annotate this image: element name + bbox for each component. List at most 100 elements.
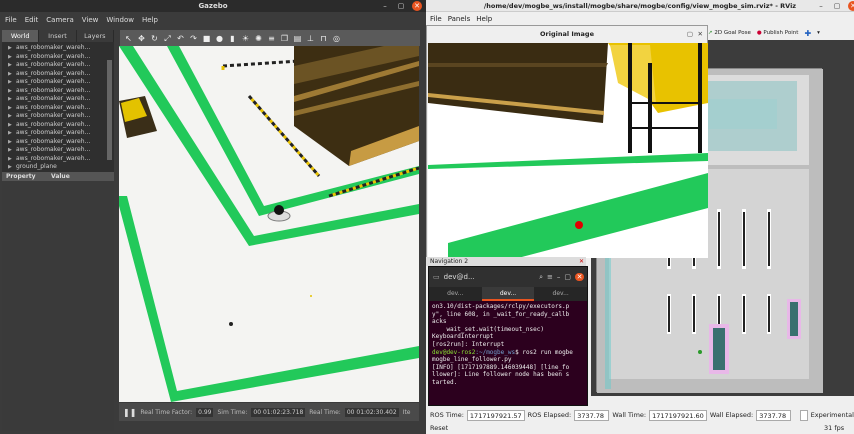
rviz-menu-file[interactable]: File [430, 13, 442, 25]
tree-item-label: aws_robomaker_wareh... [16, 129, 91, 136]
reset-button[interactable]: Reset [430, 424, 448, 432]
terminal-close-icon[interactable]: ✕ [575, 273, 584, 281]
menu-camera[interactable]: Camera [46, 13, 73, 27]
copy-icon[interactable]: ❐ [280, 34, 289, 43]
add-tool-icon[interactable]: ✚ [804, 29, 811, 38]
tree-item[interactable]: ▶ aws_robomaker_wareh... [2, 155, 114, 164]
terminal-search-icon[interactable]: ⌕ [539, 273, 543, 282]
gazebo-toolbar: ↖ ✥ ↻ ⤢ ↶ ↷ ■ ● ▮ ☀ ✺ ≡ ❐ ▤ ⊥ ⊓ ◎ [120, 30, 420, 46]
ros-time-field: 1717197921.57 [466, 409, 525, 421]
panel-restore-icon[interactable]: ▢ [687, 26, 693, 42]
rviz-toolbar: ➚ 2D Goal Pose ● Publish Point ✚ ▾ [708, 26, 854, 40]
tree-item-label: aws_robomaker_wareh... [16, 137, 91, 145]
rviz-menu-help[interactable]: Help [476, 13, 492, 25]
experimental-checkbox[interactable] [800, 409, 808, 421]
property-column: Property [6, 173, 36, 180]
pause-icon[interactable]: ❚❚ [123, 408, 136, 417]
tree-item[interactable]: ▶ aws_robomaker_wareh... [2, 138, 114, 147]
paste-icon[interactable]: ▤ [293, 34, 302, 43]
tree-item-label: aws_robomaker_wareh... [16, 52, 91, 60]
tab-world[interactable]: World [2, 30, 40, 42]
ros-time-label: ROS Time: [430, 411, 464, 419]
align-icon[interactable]: ⊥ [306, 34, 315, 43]
close-button[interactable]: ✕ [412, 1, 422, 11]
wall-time-field: 1717197921.60 [649, 409, 707, 421]
menu-window[interactable]: Window [106, 13, 134, 27]
directional-light-icon[interactable]: ≡ [267, 34, 276, 43]
menu-file[interactable]: File [5, 13, 17, 27]
tool-dropdown-icon[interactable]: ▾ [817, 30, 820, 36]
tree-item[interactable]: ▶ aws_robomaker_wareh... [2, 104, 114, 113]
terminal-maximize-icon[interactable]: ▢ [564, 273, 571, 281]
select-mode-icon[interactable]: ↖ [124, 34, 133, 43]
tree-item[interactable]: ▶ aws_robomaker_wareh... [2, 78, 114, 87]
tree-item[interactable]: ▶ aws_robomaker_wareh... [2, 61, 114, 70]
menu-edit[interactable]: Edit [25, 13, 39, 27]
prompt-user: dev@dev-ros2 [432, 348, 476, 356]
goal-pose-tool[interactable]: ➚ 2D Goal Pose [708, 30, 751, 36]
sphere-shape-icon[interactable]: ● [215, 34, 224, 43]
terminal-tab-active[interactable]: dev... [481, 287, 535, 301]
translate-mode-icon[interactable]: ✥ [137, 34, 146, 43]
terminal-tab[interactable]: dev... [429, 287, 482, 301]
gazebo-side-panel: World Insert Layers ▶ aws_robomaker_wareh… [2, 30, 114, 431]
rotate-mode-icon[interactable]: ↻ [150, 34, 159, 43]
terminal-window[interactable]: ▭ dev@d... ⌕ ≡ – ▢ ✕ dev... dev... dev..… [428, 266, 588, 406]
terminal-tab[interactable]: dev... [534, 287, 587, 301]
tree-item[interactable]: ▶ ground_plane [2, 163, 114, 172]
ros-elapsed-label: ROS Elapsed: [527, 411, 572, 419]
tab-insert[interactable]: Insert [39, 30, 77, 42]
value-column: Value [51, 173, 70, 180]
publish-point-tool[interactable]: ● Publish Point [757, 30, 799, 36]
rviz-menu-panels[interactable]: Panels [448, 13, 471, 25]
tree-item[interactable]: ▶ aws_robomaker_wareh... [2, 44, 114, 53]
original-image-panel: Original Image ▢ ✕ [426, 25, 708, 258]
wall-elapsed-label: Wall Elapsed: [709, 411, 754, 419]
tab-layers[interactable]: Layers [77, 30, 114, 42]
terminal-line: llower]: Line follower node has been s [432, 371, 570, 379]
gazebo-3d-viewport[interactable] [119, 46, 419, 402]
box-shape-icon[interactable]: ■ [202, 34, 211, 43]
tree-item[interactable]: ▶ aws_robomaker_wareh... [2, 121, 114, 130]
nav-close-icon[interactable]: ✕ [579, 257, 584, 266]
panel-close-icon[interactable]: ✕ [698, 26, 703, 42]
sim-time-label: Sim Time: [217, 408, 248, 416]
gazebo-window: Gazebo – ▢ ✕ File Edit Camera View Windo… [0, 0, 426, 434]
rviz-minimize-button[interactable]: – [816, 1, 826, 11]
tree-item[interactable]: ▶ aws_robomaker_wareh... [2, 70, 114, 79]
iterations-label: Ite [402, 408, 411, 416]
terminal-minimize-icon[interactable]: – [557, 273, 561, 281]
spot-light-icon[interactable]: ✺ [254, 34, 263, 43]
point-light-icon[interactable]: ☀ [241, 34, 250, 43]
terminal-app-icon: ▭ [433, 273, 440, 281]
tree-item[interactable]: ▶ aws_robomaker_wareh... [2, 112, 114, 121]
tree-item-label: aws_robomaker_wareh... [16, 103, 91, 111]
maximize-button[interactable]: ▢ [396, 1, 406, 11]
terminal-line: tarted. [432, 378, 458, 386]
minimize-button[interactable]: – [380, 1, 390, 11]
wall-elapsed-field: 3737.78 [756, 409, 792, 421]
snap-icon[interactable]: ⊓ [319, 34, 328, 43]
tree-item[interactable]: ▶ aws_robomaker_wareh... [2, 95, 114, 104]
change-view-icon[interactable]: ◎ [332, 34, 341, 43]
tree-item[interactable]: ▶ aws_robomaker_wareh... [2, 146, 114, 155]
rviz-close-button[interactable]: ✕ [848, 1, 854, 11]
redo-icon[interactable]: ↷ [189, 34, 198, 43]
undo-icon[interactable]: ↶ [176, 34, 185, 43]
menu-help[interactable]: Help [142, 13, 158, 27]
scale-mode-icon[interactable]: ⤢ [163, 34, 172, 43]
tree-item-label: aws_robomaker_wareh... [16, 86, 91, 94]
wall-time-label: Wall Time: [612, 411, 647, 419]
prompt-path: :~/mogbe_ws [475, 348, 516, 356]
tree-scrollbar[interactable] [107, 60, 112, 160]
terminal-titlebar: ▭ dev@d... ⌕ ≡ – ▢ ✕ [429, 267, 587, 287]
tree-item[interactable]: ▶ aws_robomaker_wareh... [2, 87, 114, 96]
cylinder-shape-icon[interactable]: ▮ [228, 34, 237, 43]
tree-item-label: ground_plane [16, 163, 57, 170]
terminal-line: KeyboardInterrupt [432, 333, 494, 341]
terminal-menu-icon[interactable]: ≡ [547, 273, 553, 281]
menu-view[interactable]: View [82, 13, 99, 27]
rviz-maximize-button[interactable]: ▢ [832, 1, 842, 11]
tree-item[interactable]: ▶ aws_robomaker_wareh... [2, 53, 114, 62]
tree-item[interactable]: ▶ aws_robomaker_wareh... [2, 129, 114, 138]
